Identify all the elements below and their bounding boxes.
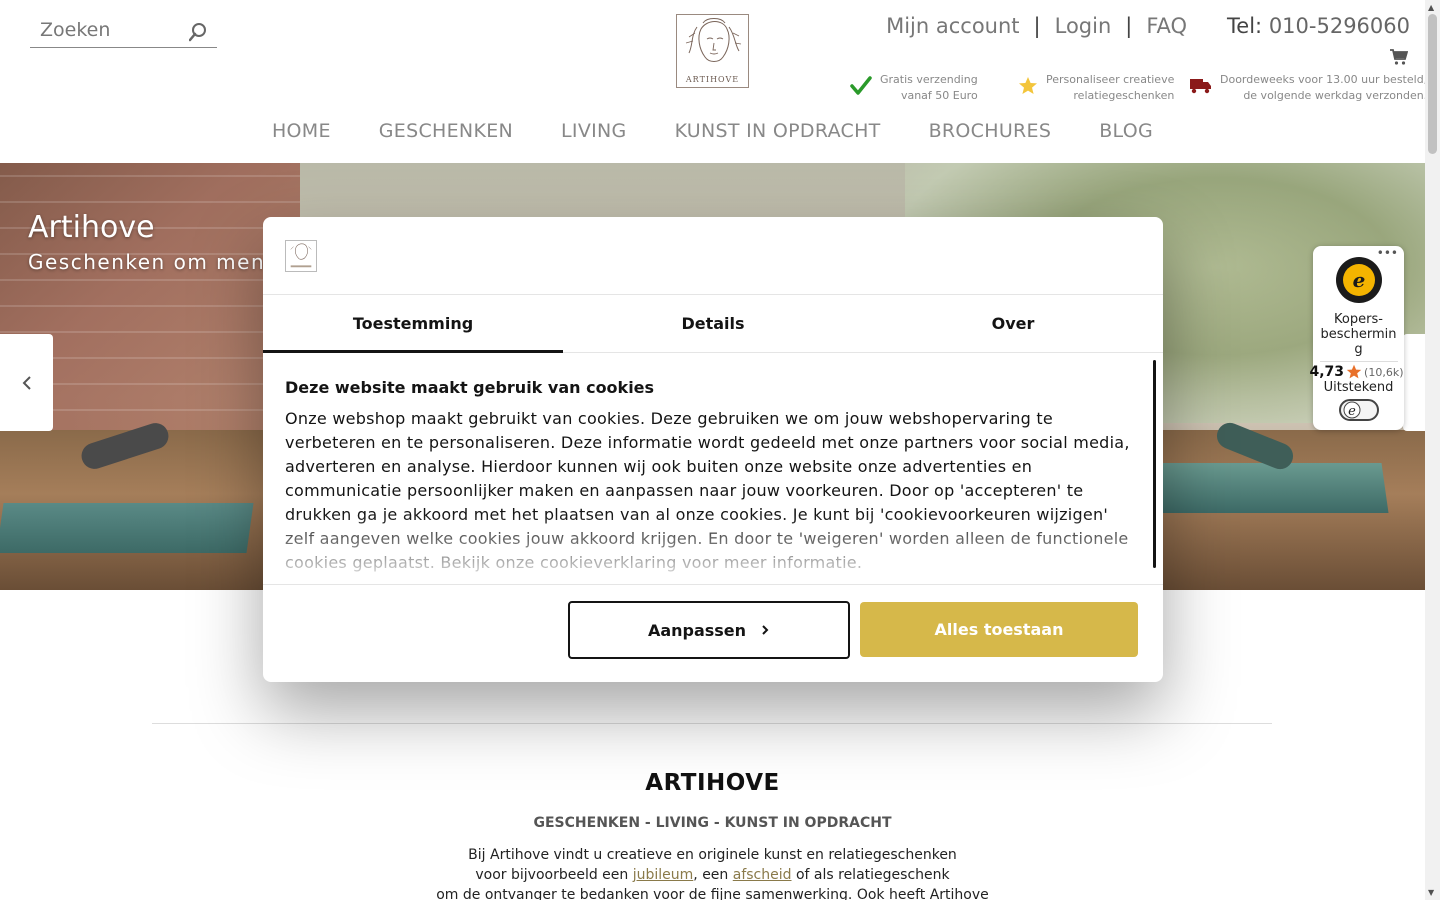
scroll-up-icon[interactable]: ▲ <box>1428 3 1434 12</box>
chevron-right-icon <box>762 625 769 635</box>
scrollbar-thumb[interactable] <box>1428 14 1437 154</box>
dialog-tabs: Toestemming Details Over <box>263 295 1163 353</box>
scroll-down-icon[interactable]: ▼ <box>1428 888 1434 897</box>
customize-label: Aanpassen <box>647 620 747 640</box>
dialog-logo-icon <box>285 240 317 272</box>
tab-details[interactable]: Details <box>563 295 863 352</box>
dialog-body[interactable]: Deze website maakt gebruik van cookies O… <box>263 354 1163 584</box>
dialog-scrollbar[interactable] <box>1153 360 1156 568</box>
dialog-header <box>263 217 1163 295</box>
allow-all-button[interactable]: Alles toestaan <box>860 602 1138 657</box>
tab-over[interactable]: Over <box>863 295 1163 352</box>
dialog-footer: Aanpassen Alles toestaan <box>263 584 1163 682</box>
tab-toestemming[interactable]: Toestemming <box>263 295 563 353</box>
customize-button[interactable]: Aanpassen <box>568 601 850 659</box>
text-fade <box>263 514 1163 584</box>
page-scrollbar[interactable]: ▲ ▼ <box>1425 0 1440 900</box>
cookie-consent-dialog: Toestemming Details Over Deze website ma… <box>263 217 1163 682</box>
cookie-heading: Deze website maakt gebruik van cookies <box>285 378 655 397</box>
